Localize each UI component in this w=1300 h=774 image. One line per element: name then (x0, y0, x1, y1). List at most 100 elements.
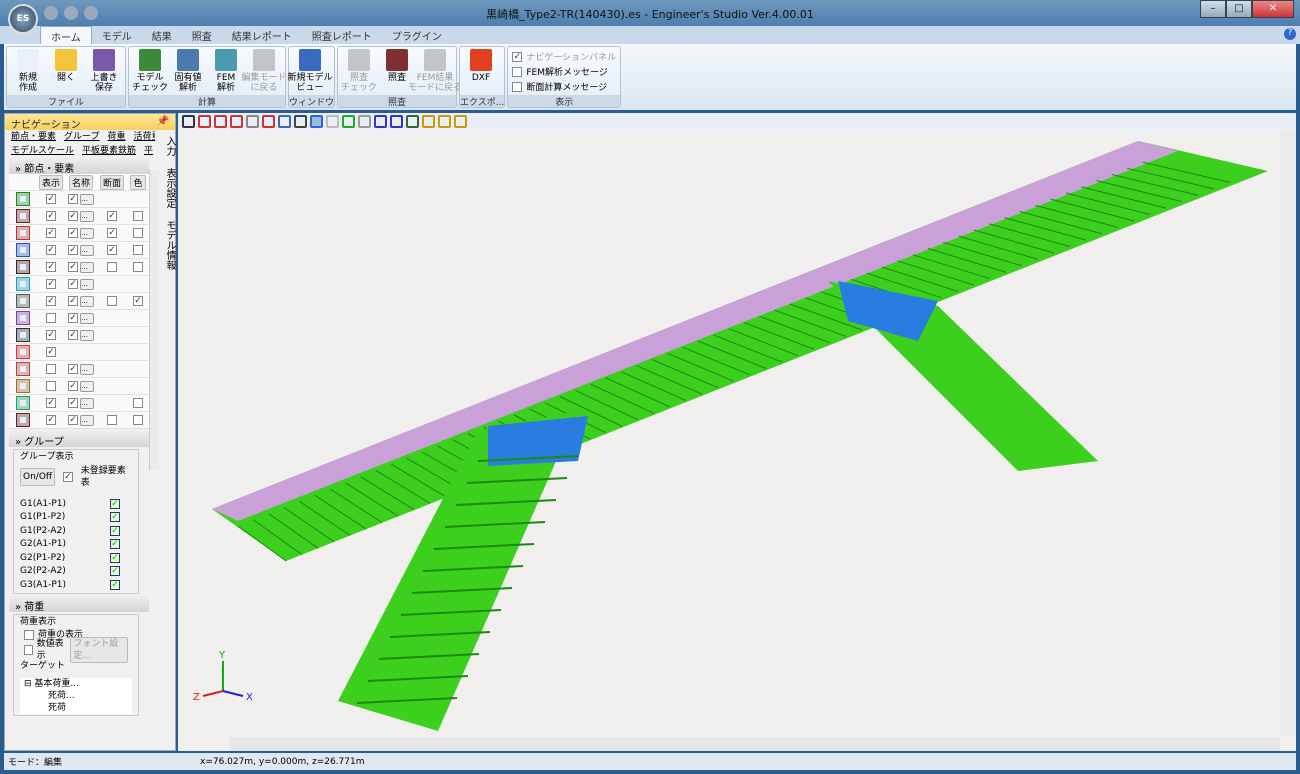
unregistered-checkbox[interactable]: ✓ (63, 472, 73, 482)
cable-icon[interactable] (16, 311, 30, 325)
model-3d-view[interactable]: Y Z X (178, 131, 1296, 751)
model-check-button[interactable]: モデル チェック (132, 49, 168, 93)
name-options-button[interactable]: … (80, 329, 94, 341)
name-checkbox[interactable]: ✓ (68, 296, 78, 306)
toolbar-tool-icon[interactable] (246, 115, 259, 128)
section-checkbox[interactable] (107, 262, 117, 272)
toolbar-tool-icon[interactable] (374, 115, 387, 128)
name-checkbox[interactable]: ✓ (68, 245, 78, 255)
open-folder-button[interactable]: 開く (49, 49, 83, 93)
group-item[interactable]: G3(A1-P1) ✓ (20, 578, 120, 592)
group-checkbox[interactable]: ✓ (110, 579, 120, 590)
tab-0[interactable]: ホーム (40, 26, 92, 44)
section-load[interactable]: » 荷重 (9, 595, 149, 613)
group-item[interactable]: G2(P1-P2) ✓ (20, 551, 120, 565)
name-options-button[interactable]: … (80, 414, 94, 426)
name-options-button[interactable]: … (80, 312, 94, 324)
dxf-export-button[interactable]: DXF (464, 49, 498, 93)
show-checkbox[interactable]: ✓ (46, 228, 56, 238)
checkbox[interactable] (512, 81, 523, 92)
grid-header[interactable]: 断面 (99, 174, 124, 190)
show-checkbox[interactable]: ✓ (46, 194, 56, 204)
show-checkbox[interactable]: ✓ (46, 279, 56, 289)
nav-link[interactable]: 節点・要素 (11, 132, 56, 142)
display-check[interactable]: ✓ ナビゲーションパネル (508, 49, 620, 64)
plate-element-icon[interactable] (16, 277, 30, 291)
toolbar-tool-icon[interactable] (422, 115, 435, 128)
name-options-button[interactable]: … (80, 244, 94, 256)
section-group[interactable]: » グループ (9, 431, 149, 448)
show-checkbox[interactable]: ✓ (46, 245, 56, 255)
section-checkbox[interactable]: ✓ (107, 245, 117, 255)
toolbar-tool-icon[interactable] (230, 115, 243, 128)
show-load-checkbox[interactable] (24, 630, 34, 640)
check-verify-button[interactable]: 照査 チェック (341, 49, 377, 93)
tab-6[interactable]: プラグイン (382, 26, 452, 44)
section-checkbox[interactable] (107, 415, 117, 425)
group-checkbox[interactable]: ✓ (110, 525, 120, 536)
color-checkbox[interactable] (133, 228, 143, 238)
edit-mode-button[interactable]: 編集モード に戻る (242, 49, 287, 93)
nav-link[interactable]: 荷重 (107, 132, 125, 142)
group-item[interactable]: G1(P2-A2) ✓ (20, 524, 120, 538)
grid-header[interactable]: 表示 (38, 174, 63, 190)
font-settings-button[interactable]: フォント設定... (70, 637, 129, 663)
curve-icon[interactable] (16, 396, 30, 410)
show-checkbox[interactable]: ✓ (46, 211, 56, 221)
group-item[interactable]: G2(P2-A2) ✓ (20, 565, 120, 579)
show-value-checkbox[interactable] (24, 645, 33, 655)
show-checkbox[interactable] (46, 364, 56, 374)
name-options-button[interactable]: … (80, 278, 94, 290)
group-item[interactable]: G1(P1-P2) ✓ (20, 511, 120, 525)
link-icon[interactable] (16, 413, 30, 427)
section-checkbox[interactable] (107, 296, 117, 306)
new-view-button[interactable]: 新規モデル ビュー (288, 49, 333, 93)
toolbar-tool-icon[interactable] (182, 115, 195, 128)
nav-link[interactable]: 平 (144, 146, 153, 156)
vertical-scrollbar[interactable] (1280, 131, 1296, 735)
name-checkbox[interactable]: ✓ (68, 330, 78, 340)
name-checkbox[interactable]: ✓ (68, 279, 78, 289)
group-checkbox[interactable]: ✓ (110, 498, 120, 509)
tab-3[interactable]: 照査 (182, 26, 222, 44)
group-checkbox[interactable]: ✓ (110, 552, 120, 563)
toolbar-tool-icon[interactable] (454, 115, 467, 128)
show-checkbox[interactable] (46, 313, 56, 323)
show-checkbox[interactable]: ✓ (46, 415, 56, 425)
section-nodes-elements[interactable]: » 節点・要素 (9, 158, 149, 175)
nav-link[interactable]: 活荷重 (134, 132, 156, 142)
name-options-button[interactable]: … (80, 380, 94, 392)
toolbar-tool-icon[interactable] (214, 115, 227, 128)
nav-link[interactable]: グループ (64, 132, 99, 142)
checkbox[interactable]: ✓ (512, 51, 523, 62)
side-tab[interactable]: 表示設定 (161, 168, 177, 208)
group-checkbox[interactable]: ✓ (110, 566, 120, 577)
fem-analysis-button[interactable]: FEM 解析 (209, 49, 243, 93)
eigen-analysis-button[interactable]: 固有値 解析 (171, 49, 205, 93)
name-checkbox[interactable]: ✓ (68, 211, 78, 221)
grid-header[interactable]: 名称 (68, 174, 93, 190)
local-axis-icon[interactable] (16, 362, 30, 376)
show-checkbox[interactable]: ✓ (46, 347, 56, 357)
pin-icon[interactable]: 📌 (157, 116, 169, 128)
tab-4[interactable]: 結果レポート (222, 26, 302, 44)
onoff-button[interactable]: On/Off (20, 468, 56, 486)
name-checkbox[interactable]: ✓ (68, 398, 78, 408)
name-options-button[interactable]: … (80, 363, 94, 375)
name-options-button[interactable]: … (80, 210, 94, 222)
side-tab[interactable]: モデル情報 (161, 220, 177, 270)
horizontal-scrollbar[interactable] (230, 737, 1280, 751)
color-checkbox[interactable] (133, 211, 143, 221)
toolbar-tool-icon[interactable] (294, 115, 307, 128)
app-menu-button[interactable]: ES (8, 4, 38, 34)
new-file-button[interactable]: 新規 作成 (11, 49, 45, 93)
rigid-element-icon[interactable] (16, 260, 30, 274)
spring-element-icon[interactable] (16, 243, 30, 257)
minimize-button[interactable]: – (1200, 0, 1226, 18)
show-checkbox[interactable]: ✓ (46, 398, 56, 408)
help-icon[interactable]: ? (1284, 28, 1296, 40)
beam-element-icon[interactable] (16, 209, 30, 223)
name-checkbox[interactable]: ✓ (68, 262, 78, 272)
section-checkbox[interactable]: ✓ (107, 211, 117, 221)
display-check[interactable]: 断面計算メッセージ (508, 79, 620, 94)
